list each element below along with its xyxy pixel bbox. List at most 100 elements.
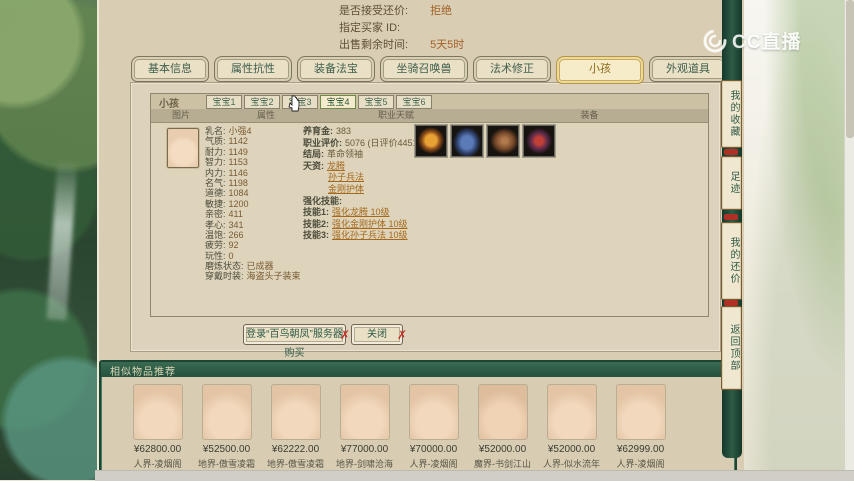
stat-row: 疲劳: 92 (205, 240, 239, 251)
stat-row: 磨炼状态: 已成器 (205, 261, 274, 272)
seal-x-icon: ✗ (339, 328, 350, 342)
hat-item-icon[interactable] (415, 125, 447, 157)
sidebar-item-my-favorites[interactable]: 我的收藏 (721, 80, 742, 148)
character-portrait (408, 384, 459, 440)
character-portrait (201, 384, 252, 440)
cc-live-logo: CC直播 (702, 27, 801, 54)
recommend-item-3[interactable]: ¥62222.00 地界-傲雪凌霜 (261, 384, 330, 470)
item-server: 人界-凌烟阁 (616, 459, 665, 469)
robe-item-icon[interactable] (451, 125, 483, 157)
recommend-item-5[interactable]: ¥70000.00 人界-凌烟阁 (399, 384, 468, 470)
child-stats-list: 乳名: 小强4 气质: 1142 耐力: 1149 智力: 1153 内力: 1146 名… (205, 126, 301, 282)
column-attributes: 属性 (256, 110, 275, 120)
listing-info: 是否接受还价: 拒绝 指定买家 ID: 出售剩余时间: 5天5时 (339, 2, 464, 53)
item-price: ¥62800.00 (133, 444, 182, 455)
sidebar-item-back-to-top[interactable]: 返回顶部 (721, 306, 742, 390)
stat-row: 敏捷: 1200 (205, 198, 249, 209)
tab-spell-correction[interactable]: 法术修正 (473, 56, 551, 82)
tab-attributes-resistance[interactable]: 属性抗性 (214, 56, 292, 82)
talent-row: 孙子兵法 (303, 172, 421, 184)
profession-score-row: 职业评价: 5076 (日评价4451) (303, 137, 421, 148)
ending-row: 结局: 革命领袖 (303, 149, 364, 160)
talent-skill-link[interactable]: 金刚护体 (328, 184, 364, 194)
vertical-scrollbar[interactable] (844, 0, 854, 480)
item-price: ¥52000.00 (547, 444, 596, 455)
staff-item-icon[interactable] (487, 125, 519, 157)
item-server: 人界-凌烟阁 (133, 459, 182, 469)
baby-tab-4[interactable]: 宝宝4 (320, 95, 356, 109)
ribbon-knot-icon (724, 149, 738, 155)
item-price: ¥52000.00 (478, 444, 527, 455)
stat-row: 耐力: 1149 (205, 146, 248, 157)
skill-row: 技能1: 强化龙腾 10级 (303, 207, 390, 218)
child-table-header: 图片 属性 职业天赋 装备 (151, 109, 708, 123)
column-equipment: 装备 (580, 110, 599, 120)
character-portrait (339, 384, 390, 440)
sidebar-item-footprints[interactable]: 足迹 (721, 156, 742, 210)
login-server-buy-button[interactable]: 登录“百鸟朝凤”服务器购买 ✗ (243, 324, 350, 359)
baby-tab-5[interactable]: 宝宝5 (358, 95, 394, 109)
item-server: 魔界-书剑江山 (474, 459, 531, 469)
right-background (742, 0, 854, 480)
item-server: 地界-傲雪凌霜 (267, 459, 324, 469)
sidebar-item-my-counter-offers[interactable]: 我的还价 (721, 222, 742, 300)
recommend-item-1[interactable]: ¥62800.00 人界-凌烟阁 (123, 384, 192, 470)
child-panel-header: 小孩 宝宝1 宝宝2 宝宝3 宝宝4 宝宝5 宝宝6 (151, 94, 708, 110)
time-left-value: 5天5时 (430, 39, 465, 51)
tab-child[interactable]: 小孩 (556, 56, 644, 84)
skill-row: 技能3: 强化孙子兵法 10级 (303, 230, 408, 241)
stat-row: 道德: 1084 (205, 188, 249, 199)
skill-link[interactable]: 强化龙腾 10级 (332, 207, 390, 217)
talent-skill-link[interactable]: 龙腾 (327, 161, 345, 171)
similar-items-header: 相似物品推荐 (101, 362, 735, 378)
item-server: 地界-剑啸沧海 (336, 459, 393, 469)
stat-row: 内力: 1146 (205, 167, 248, 178)
accept-counter-offer-label: 是否接受还价: (339, 5, 409, 17)
detail-tabs: 基本信息 属性抗性 装备法宝 坐骑召唤兽 法术修正 小孩 外观道具 (131, 56, 727, 84)
tab-mount-summon[interactable]: 坐骑召唤兽 (380, 56, 468, 82)
item-server: 地界-傲雪凌霜 (198, 459, 255, 469)
enhanced-skills-label-row: 强化技能: (303, 195, 342, 206)
column-profession-talent: 职业天赋 (377, 110, 414, 120)
recommend-item-4[interactable]: ¥77000.00 地界-剑啸沧海 (330, 384, 399, 470)
skill-link[interactable]: 强化金刚护体 10级 (332, 219, 408, 229)
item-server: 人界-似水流年 (543, 459, 600, 469)
item-price: ¥62222.00 (271, 444, 320, 455)
tab-equipment-treasure[interactable]: 装备法宝 (297, 56, 375, 82)
bottom-edge-bar (95, 470, 854, 481)
child-panel-title: 小孩 (159, 99, 179, 110)
baby-tab-2[interactable]: 宝宝2 (244, 95, 280, 109)
skill-link[interactable]: 强化孙子兵法 10级 (332, 230, 408, 240)
scrollbar-thumb[interactable] (846, 0, 854, 138)
recommend-item-7[interactable]: ¥52000.00 人界-似水流年 (537, 384, 606, 470)
accept-counter-offer-value: 拒绝 (430, 5, 453, 17)
stat-row: 亲密: 411 (205, 209, 243, 220)
time-left-label: 出售剩余时间: (339, 39, 409, 51)
stat-row: 玩性: 0 (205, 250, 234, 261)
stat-row: 温饱: 266 (205, 229, 244, 240)
recommend-item-2[interactable]: ¥52500.00 地界-傲雪凌霜 (192, 384, 261, 470)
forest-background (0, 0, 97, 480)
item-price: ¥62999.00 (616, 444, 665, 455)
waterfall-decoration (46, 159, 78, 321)
ribbon-knot-icon (724, 214, 738, 220)
tab-appearance-items[interactable]: 外观道具 (649, 56, 727, 82)
baby-tab-6[interactable]: 宝宝6 (396, 95, 432, 109)
armor-item-icon[interactable] (523, 125, 555, 157)
item-price: ¥52500.00 (202, 444, 251, 455)
tab-basic-info[interactable]: 基本信息 (131, 56, 209, 82)
stat-row: 穿戴时装: 海盗头子装束 (205, 271, 301, 282)
stat-row: 孝心: 341 (205, 219, 244, 230)
character-portrait (615, 384, 666, 440)
baby-tab-1[interactable]: 宝宝1 (206, 95, 242, 109)
recommend-item-6[interactable]: ¥52000.00 魔界-书剑江山 (468, 384, 537, 470)
talent-skill-link[interactable]: 孙子兵法 (328, 172, 364, 182)
child-equipment-slots (415, 125, 555, 157)
close-button[interactable]: 关闭 ✗ (351, 324, 407, 345)
cc-swirl-icon (703, 29, 727, 52)
character-portrait (270, 384, 321, 440)
recommend-item-8[interactable]: ¥62999.00 人界-凌烟阁 (606, 384, 675, 470)
nurture-money-row: 养育金: 383 (303, 126, 352, 136)
child-talent-column: 养育金: 383 职业评价: 5076 (日评价4451) 结局: 革命领袖 天资: 龙… (303, 126, 421, 242)
baby-tab-3[interactable]: 宝宝3 (282, 95, 318, 109)
